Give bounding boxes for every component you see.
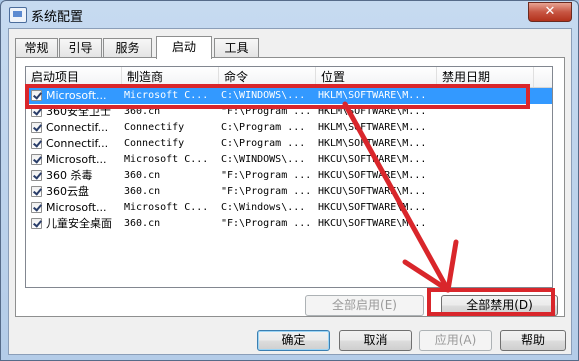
annotation-arrow [342,101,459,293]
tab-startup[interactable]: 启动 [156,36,212,59]
